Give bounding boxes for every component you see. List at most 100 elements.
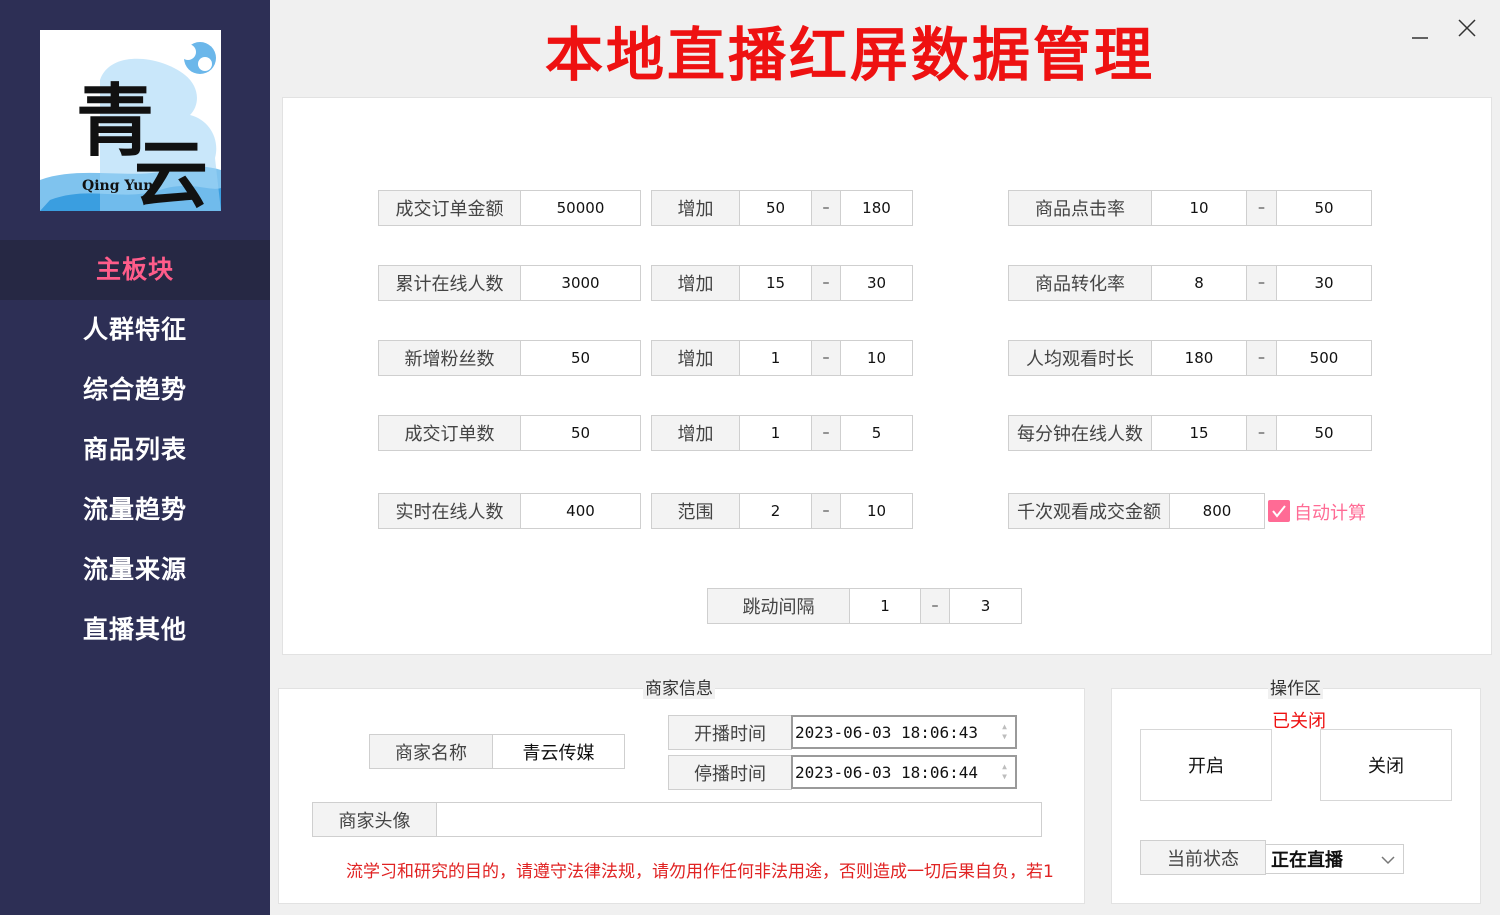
auto-calc-checkbox[interactable] [1268,500,1290,522]
page-title: 本地直播红屏数据管理 [544,21,1155,89]
param-op-label: 增加 [651,340,740,376]
range-dash: – [1246,265,1277,301]
start-time-picker[interactable]: 2023-06-03 18:06:43 ▲ ▼ [791,715,1017,749]
interval-max-input[interactable]: 3 [949,588,1022,624]
merchant-name-label: 商家名称 [369,734,493,769]
open-button-label: 开启 [1188,756,1224,777]
sidebar-item-label: 综合趋势 [82,375,187,404]
param-label: 每分钟在线人数 [1008,415,1152,451]
gmv-per-thousand-input[interactable]: 800 [1169,493,1265,529]
param-value-input[interactable]: 50000 [520,190,641,226]
close-button[interactable]: 关闭 [1320,729,1452,801]
range-dash: – [811,265,841,301]
param-op-label: 增加 [651,190,740,226]
param-value-input[interactable]: 400 [520,493,641,529]
param-max-input[interactable]: 180 [840,190,913,226]
range-dash: – [811,493,841,529]
param-min-input[interactable]: 10 [1151,190,1247,226]
range-dash: – [811,190,841,226]
sidebar-item-audience[interactable]: 人群特征 [0,300,270,360]
sidebar-item-traffic-trend[interactable]: 流量趋势 [0,480,270,540]
status-closed-text: 已关闭 [1272,711,1326,732]
interval-min-input[interactable]: 1 [849,588,921,624]
range-dash: – [1246,415,1277,451]
auto-calc-label[interactable]: 自动计算 [1294,499,1366,525]
param-max-input[interactable]: 30 [840,265,913,301]
close-icon [1458,19,1476,37]
param-min-input[interactable]: 15 [739,265,812,301]
sidebar-item-label: 主板块 [95,255,174,284]
sidebar-item-label: 直播其他 [82,615,187,644]
param-max-input[interactable]: 50 [1276,190,1372,226]
param-label: 成交订单数 [378,415,521,451]
minimize-button[interactable] [1402,10,1438,46]
spinner-icon[interactable]: ▲ ▼ [1002,722,1007,742]
stop-time-label: 停播时间 [668,755,792,790]
spinner-icon[interactable]: ▲ ▼ [1002,762,1007,782]
param-max-input[interactable]: 5 [840,415,913,451]
range-dash: – [1246,190,1277,226]
current-status-label: 当前状态 [1140,840,1266,875]
param-op-label: 范围 [651,493,740,529]
open-button[interactable]: 开启 [1140,729,1272,801]
param-min-input[interactable]: 2 [739,493,812,529]
param-min-input[interactable]: 180 [1151,340,1247,376]
param-label: 商品转化率 [1008,265,1152,301]
svg-text:云: 云 [134,132,208,211]
param-max-input[interactable]: 10 [840,493,913,529]
param-label: 千次观看成交金额 [1008,493,1170,529]
sidebar-item-traffic-source[interactable]: 流量来源 [0,540,270,600]
param-max-input[interactable]: 10 [840,340,913,376]
sidebar-item-live-other[interactable]: 直播其他 [0,600,270,660]
param-max-input[interactable]: 500 [1276,340,1372,376]
stop-time-picker[interactable]: 2023-06-03 18:06:44 ▲ ▼ [791,755,1017,789]
range-dash: – [1246,340,1277,376]
param-value-input[interactable]: 3000 [520,265,641,301]
chevron-down-icon [1381,856,1395,865]
param-value-input[interactable]: 50 [520,340,641,376]
close-window-button[interactable] [1449,10,1485,46]
start-time-label: 开播时间 [668,715,792,750]
param-min-input[interactable]: 8 [1151,265,1247,301]
param-label: 累计在线人数 [378,265,521,301]
qingyun-logo-icon: 青 云 Qing Yun [40,42,221,211]
range-dash: – [811,340,841,376]
param-max-input[interactable]: 30 [1276,265,1372,301]
param-min-input[interactable]: 1 [739,340,812,376]
param-min-input[interactable]: 1 [739,415,812,451]
sidebar-item-overall-trend[interactable]: 综合趋势 [0,360,270,420]
sidebar-item-label: 流量来源 [82,555,187,584]
param-label: 新增粉丝数 [378,340,521,376]
ops-group-title: 操作区 [1268,674,1323,699]
disclaimer-text: 流学习和研究的目的，请遵守法律法规，请勿用作任何非法用途，否则造成一切后果自负，… [346,862,1054,882]
stop-time-value: 2023-06-03 18:06:44 [795,762,979,782]
param-max-input[interactable]: 50 [1276,415,1372,451]
merchant-group-title: 商家信息 [643,674,715,699]
sidebar: 青 云 Qing Yun 主板块 人群特征 综合趋势 商品列表 流量趋势 流量来… [0,0,270,915]
param-label: 实时在线人数 [378,493,521,529]
current-status-value: 正在直播 [1271,850,1343,871]
merchant-name-input[interactable]: 青云传媒 [492,734,625,769]
logo: 青 云 Qing Yun [40,30,221,211]
range-dash: – [920,588,950,624]
param-value-input[interactable]: 50 [520,415,641,451]
param-min-input[interactable]: 50 [739,190,812,226]
params-panel [282,97,1492,655]
sidebar-item-main-section[interactable]: 主板块 [0,240,270,300]
sidebar-item-label: 商品列表 [82,435,187,464]
avatar-input[interactable] [436,802,1042,837]
param-op-label: 增加 [651,415,740,451]
range-dash: – [811,415,841,451]
current-status-select[interactable]: 正在直播 [1265,844,1404,874]
close-button-label: 关闭 [1368,756,1404,777]
sidebar-item-product-list[interactable]: 商品列表 [0,420,270,480]
param-label: 商品点击率 [1008,190,1152,226]
start-time-value: 2023-06-03 18:06:43 [795,722,979,742]
param-op-label: 增加 [651,265,740,301]
param-label: 成交订单金额 [378,190,521,226]
check-icon [1272,505,1286,518]
minimize-icon [1412,37,1428,39]
param-label: 人均观看时长 [1008,340,1152,376]
avatar-label: 商家头像 [312,802,437,837]
param-min-input[interactable]: 15 [1151,415,1247,451]
